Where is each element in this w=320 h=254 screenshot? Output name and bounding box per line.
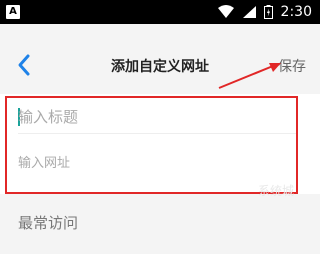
battery-icon — [263, 5, 273, 19]
status-icons: 2:30 — [217, 0, 312, 24]
annotation-arrow — [218, 63, 281, 89]
field-divider — [18, 133, 298, 134]
title-input[interactable]: 输入标题 — [18, 107, 298, 127]
app-notification-icon: A — [6, 5, 20, 19]
chevron-left-icon — [18, 54, 30, 76]
status-bar: A 2:30 — [0, 0, 320, 24]
status-time: 2:30 — [280, 4, 312, 20]
url-input[interactable]: 输入网址 — [18, 155, 298, 173]
section-header-most-visited: 最常访问 — [18, 214, 79, 232]
signal-icon — [242, 6, 256, 18]
back-button[interactable] — [10, 50, 40, 80]
wifi-icon — [217, 5, 234, 18]
watermark: 系统城 — [258, 184, 295, 198]
